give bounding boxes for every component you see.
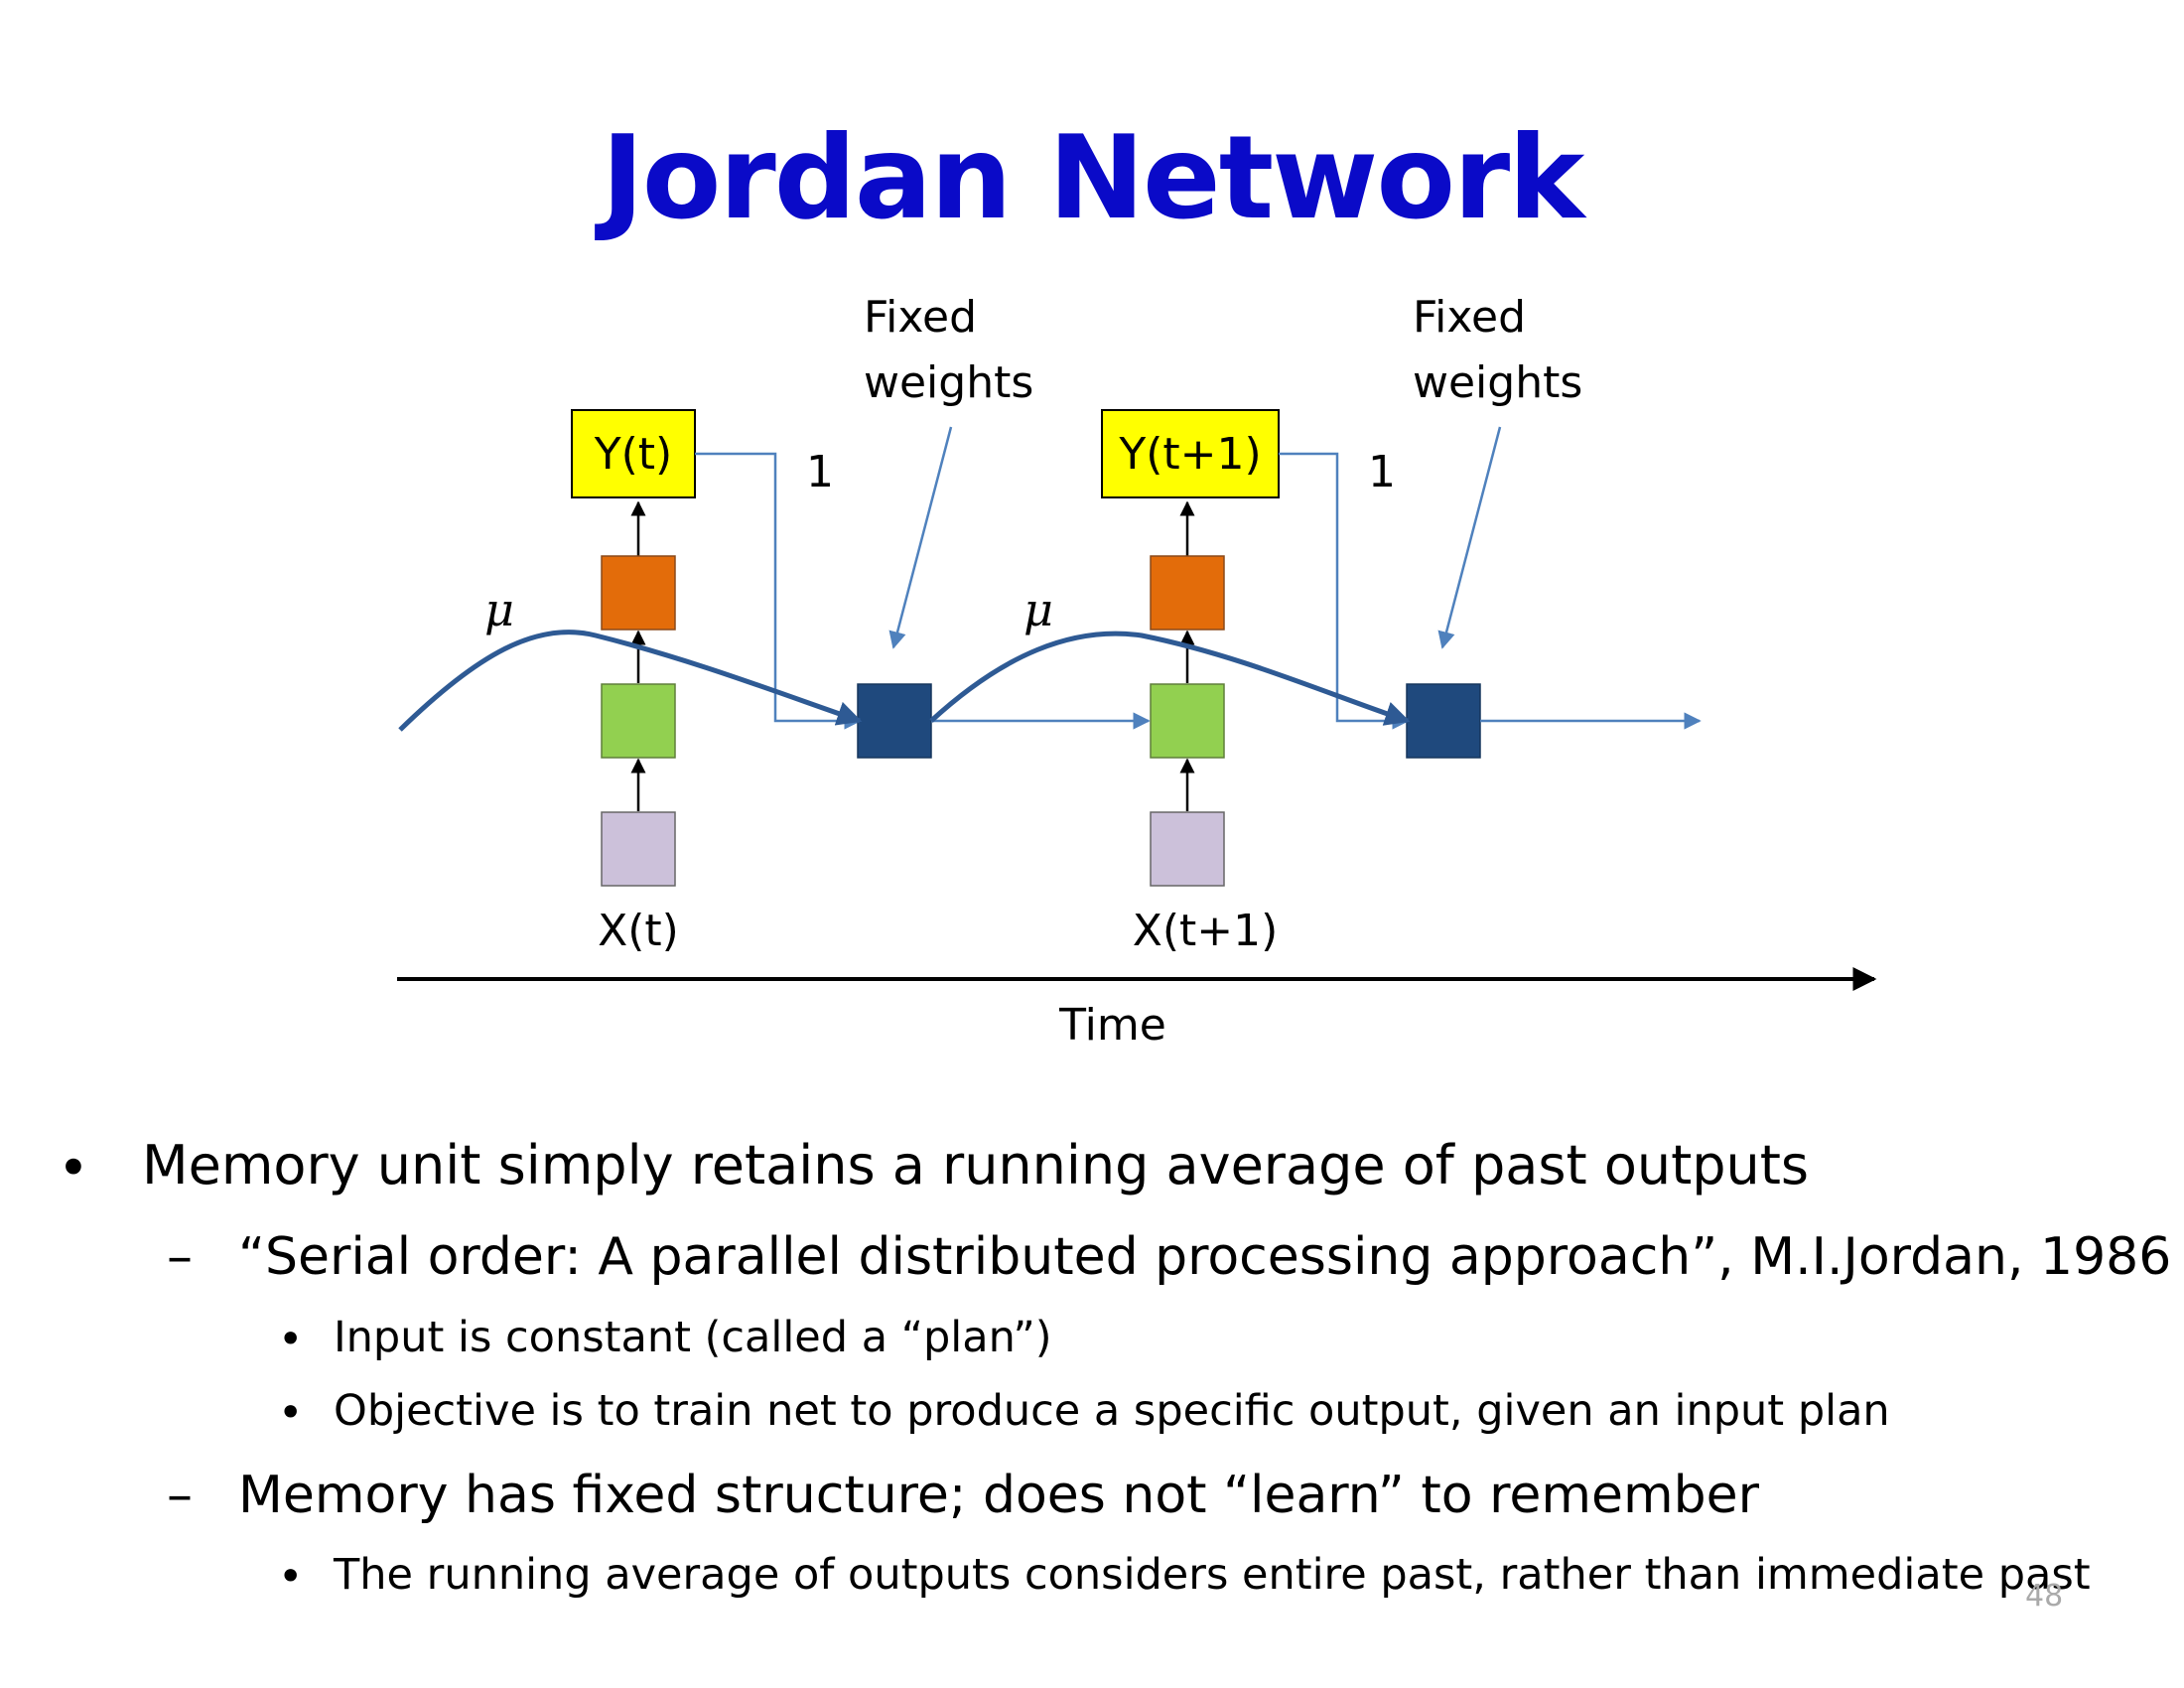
output-label-t: Y(t) — [594, 429, 672, 480]
hidden-node-orange-t1 — [1150, 555, 1225, 631]
bullet-level2-item: “Serial order: A parallel distributed pr… — [238, 1227, 2172, 1287]
dash-marker: – — [167, 1227, 193, 1287]
input-label-t: X(t) — [598, 906, 679, 956]
page-number: 48 — [2025, 1579, 2064, 1614]
memory-unit-1 — [857, 683, 932, 759]
hidden-node-orange-t — [601, 555, 676, 631]
hidden-node-green-t1 — [1150, 683, 1225, 759]
bullet-level3-item: The running average of outputs considers… — [334, 1550, 2091, 1600]
fixed-weights-pointer-2 — [1437, 426, 1502, 649]
dash-marker: – — [167, 1466, 193, 1525]
mu-label-2: μ — [1024, 583, 1053, 636]
fixed-weights-label-1b: weights — [864, 357, 1033, 408]
fixed-weights-pointer-1 — [888, 426, 953, 649]
input-node-t — [601, 811, 676, 887]
mu-label-1: μ — [484, 583, 514, 636]
bullet-level2-item: Memory has fixed structure; does not “le… — [238, 1466, 1759, 1525]
weight-label-1: 1 — [806, 447, 834, 497]
fixed-weights-label-2: Fixed — [1413, 292, 1526, 343]
bullet-marker: • — [278, 1552, 304, 1602]
bullet-marker: • — [278, 1388, 304, 1438]
jordan-network-diagram: Fixed weights Fixed weights Y(t) Y(t+1) … — [397, 292, 1877, 1051]
bullet-marker: • — [278, 1315, 304, 1364]
input-label-t1: X(t+1) — [1133, 906, 1279, 956]
time-axis-label: Time — [1058, 1000, 1166, 1051]
fixed-weights-label-2b: weights — [1413, 357, 1582, 408]
hidden-node-green-t — [601, 683, 676, 759]
memory-unit-2 — [1406, 683, 1481, 759]
bullet-level3-item: Input is constant (called a “plan”) — [334, 1313, 1052, 1362]
weight-label-2: 1 — [1368, 447, 1396, 497]
bullet-level3-item: Objective is to train net to produce a s… — [334, 1386, 1890, 1436]
feedback-connector-1 — [695, 452, 862, 730]
bullet-marker: • — [58, 1137, 89, 1199]
bullet-level1-item: Memory unit simply retains a running ave… — [142, 1134, 1810, 1196]
input-node-t1 — [1150, 811, 1225, 887]
fixed-weights-label-1: Fixed — [864, 292, 977, 343]
output-label-t1: Y(t+1) — [1118, 429, 1261, 480]
